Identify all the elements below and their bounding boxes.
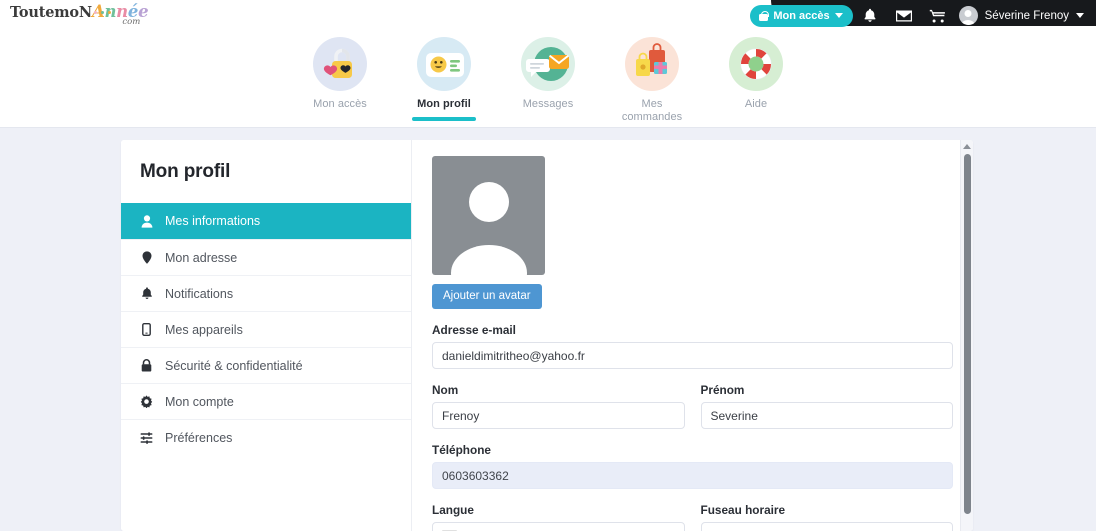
nav-label-mon-acces: Mon accès [313,98,367,110]
mon-acces-button[interactable]: Mon accès [750,4,853,27]
fuseau-select[interactable]: Paris - 17:52 [700,522,953,531]
logo-text-part1: ToutemoN [10,4,92,22]
telephone-label: Téléphone [432,443,491,457]
sidebar-item-securite-confidentialite[interactable]: Sécurité & confidentialité [121,347,411,383]
mon-acces-label: Mon accès [773,9,830,22]
nav-item-mes-commandes[interactable]: Mes commandes [614,37,690,124]
email-field-group: Adresse e-mail [432,323,953,369]
add-avatar-button[interactable]: Ajouter un avatar [432,284,542,309]
nom-input[interactable] [432,402,685,429]
sidebar-item-mes-appareils[interactable]: Mes appareils [121,311,411,347]
nav-label-mes-commandes: Mes commandes [621,98,683,123]
top-bar: ToutemoNAnnée com Mon accès [0,0,1096,31]
fuseau-label: Fuseau horaire [700,503,786,517]
sidebar-label: Mes informations [165,214,261,228]
chevron-down-icon [834,13,843,18]
profile-card: Mon profil Mes informations Mon adresse [121,140,973,531]
profile-sidebar: Mon profil Mes informations Mon adresse [121,140,412,531]
sidebar-item-mon-compte[interactable]: Mon compte [121,383,411,419]
langue-select[interactable]: English (France) [432,522,685,531]
telephone-field-group: Téléphone [432,443,953,489]
shopping-bags-icon [625,37,679,91]
page-title: Mon profil [140,161,231,182]
top-bar-right-controls: Mon accès Séverine Frenoy [750,2,1092,30]
gear-icon [139,395,154,408]
user-silhouette-icon [432,156,545,275]
langue-field-group: Langue English (France) Définira la lang… [432,503,685,531]
primary-nav: Mon accès Mon profil Messages Mes comman… [0,31,1096,128]
nav-label-messages: Messages [522,98,574,110]
scroll-up-arrow[interactable] [963,144,971,149]
telephone-input[interactable] [432,462,953,489]
sidebar-label: Préférences [165,430,233,445]
sidebar-label: Mon compte [165,394,234,409]
smiley-profile-card-icon [417,37,471,91]
mobile-icon [139,323,154,336]
name-row: Nom Prénom [432,383,953,429]
life-ring-icon [729,37,783,91]
scroll-thumb[interactable] [964,154,971,514]
email-input[interactable] [432,342,953,369]
locale-row: Langue English (France) Définira la lang… [432,503,953,531]
nav-item-messages[interactable]: Messages [510,37,586,111]
map-pin-icon [139,251,154,264]
nom-label: Nom [432,383,459,397]
vertical-scrollbar[interactable] [960,140,973,531]
nom-field-group: Nom [432,383,685,429]
user-name-label: Séverine Frenoy [984,9,1069,22]
email-label: Adresse e-mail [432,323,516,337]
nav-item-mon-profil[interactable]: Mon profil [406,37,482,121]
nav-label-mon-profil: Mon profil [417,98,471,110]
langue-label: Langue [432,503,474,517]
sidebar-item-mes-informations[interactable]: Mes informations [121,203,411,239]
sliders-icon [139,431,154,444]
chevron-down-icon [1076,13,1084,18]
prenom-input[interactable] [700,402,953,429]
sidebar-label: Notifications [165,286,234,301]
sidebar-item-mon-adresse[interactable]: Mon adresse [121,239,411,275]
chat-envelope-icon [521,37,575,91]
messages-envelope-icon[interactable] [887,2,921,30]
prenom-label: Prénom [700,383,745,397]
bell-icon [139,287,154,300]
user-menu[interactable]: Séverine Frenoy [955,6,1086,25]
profile-form: Ajouter un avatar Adresse e-mail Nom Pré… [412,140,973,531]
langue-select-wrapper: English (France) [432,522,685,531]
nav-active-indicator [412,117,476,121]
fuseau-select-wrapper: Paris - 17:52 [700,522,953,531]
cart-icon[interactable] [921,2,955,30]
person-icon [139,214,154,228]
padlock-hearts-icon [313,37,367,91]
site-logo[interactable]: ToutemoNAnnée com [6,4,149,27]
nav-item-mon-acces[interactable]: Mon accès [302,37,378,111]
notifications-bell-icon[interactable] [853,2,887,30]
sidebar-label: Mon adresse [165,250,238,265]
lock-icon [139,359,154,372]
user-avatar-icon [958,6,978,25]
lock-icon [759,10,769,21]
sidebar-label: Sécurité & confidentialité [165,358,303,373]
nav-item-aide[interactable]: Aide [718,37,794,111]
fuseau-field-group: Fuseau horaire Paris - 17:52 Affichera l… [700,503,953,531]
sidebar-item-notifications[interactable]: Notifications [121,275,411,311]
nav-label-aide: Aide [744,98,768,110]
prenom-field-group: Prénom [700,383,953,429]
page-body: Mon profil Mes informations Mon adresse [0,128,1096,531]
sidebar-item-preferences[interactable]: Préférences [121,419,411,455]
sidebar-label: Mes appareils [165,322,243,337]
